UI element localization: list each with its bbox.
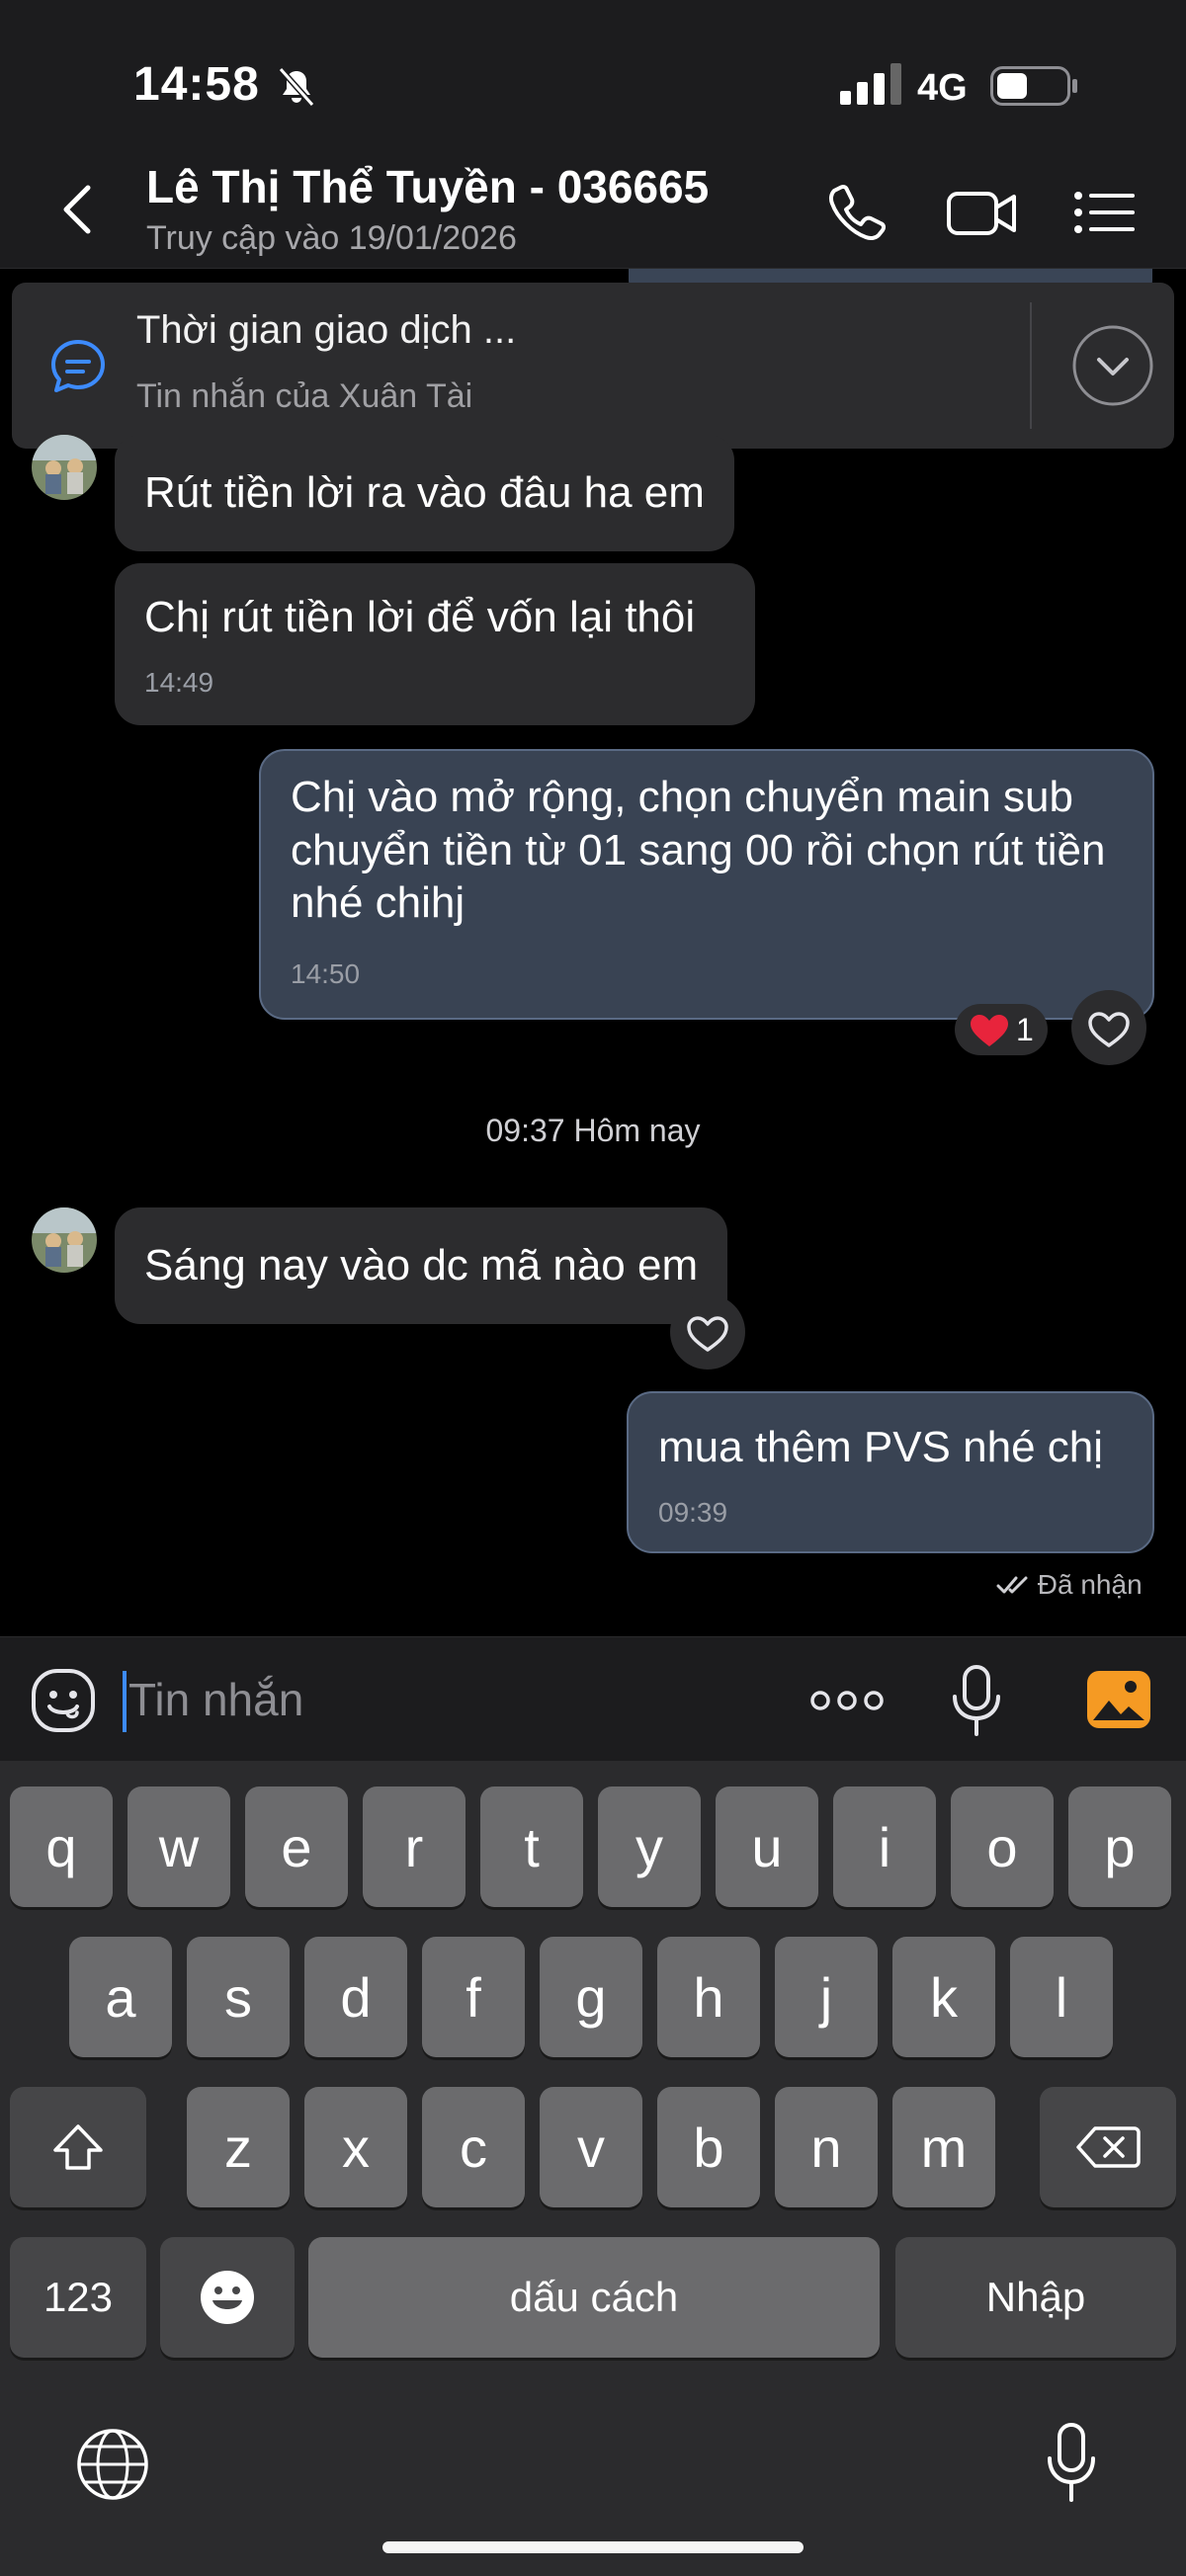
key-v[interactable]: v (540, 2087, 642, 2207)
key-i[interactable]: i (833, 1787, 936, 1907)
message-bubble-incoming[interactable]: Chị rút tiền lời để vốn lại thôi 14:49 (115, 563, 755, 725)
message-text: Chị rút tiền lời để vốn lại thôi (144, 593, 696, 641)
numbers-key[interactable]: 123 (10, 2237, 146, 2358)
pinned-title: Thời gian giao dịch ... (136, 308, 517, 352)
chat-header: Lê Thị Thể Tuyền - 036665 Truy cập vào 1… (0, 148, 1186, 269)
battery-icon (990, 66, 1077, 106)
menu-list-icon[interactable] (1071, 178, 1139, 247)
globe-icon[interactable] (75, 2427, 150, 2502)
text-cursor (123, 1671, 127, 1732)
key-s[interactable]: s (187, 1937, 290, 2057)
message-text: Rút tiền lời ra vào đâu ha em (144, 468, 705, 517)
message-text: mua thêm PVS nhé chị (658, 1423, 1104, 1471)
heart-outline-icon (1088, 1012, 1130, 1047)
back-icon[interactable] (54, 180, 104, 239)
home-indicator[interactable] (382, 2541, 804, 2553)
pinned-message-banner[interactable]: Thời gian giao dịch ... Tin nhắn của Xuâ… (12, 283, 1174, 449)
avatar[interactable] (32, 435, 97, 500)
message-time: 14:49 (144, 666, 214, 698)
message-bubble-outgoing[interactable]: Chị vào mở rộng, chọn chuyển main sub ch… (259, 749, 1154, 1020)
key-g[interactable]: g (540, 1937, 642, 2057)
date-separator: 09:37 Hôm nay (485, 1113, 701, 1148)
key-h[interactable]: h (657, 1937, 760, 2057)
chat-bubble-icon (51, 340, 105, 392)
reaction-summary[interactable]: 1 (955, 1004, 1048, 1055)
key-t[interactable]: t (480, 1787, 583, 1907)
key-x[interactable]: x (304, 2087, 407, 2207)
key-c[interactable]: c (422, 2087, 525, 2207)
key-y[interactable]: y (598, 1787, 701, 1907)
key-b[interactable]: b (657, 2087, 760, 2207)
avatar[interactable] (32, 1207, 97, 1273)
key-m[interactable]: m (892, 2087, 995, 2207)
react-button[interactable] (670, 1294, 745, 1370)
emoji-face-icon (201, 2271, 254, 2324)
chevron-down-icon[interactable] (1071, 324, 1154, 407)
avatar-photo (32, 1207, 97, 1273)
shift-key[interactable] (10, 2087, 146, 2207)
dictation-mic-icon[interactable] (1046, 2421, 1097, 2506)
delivery-status: Đã nhận (996, 1569, 1143, 1601)
contact-name[interactable]: Lê Thị Thể Tuyền - 036665 (146, 160, 709, 213)
heart-outline-icon (687, 1316, 728, 1352)
key-k[interactable]: k (892, 1937, 995, 2057)
message-bubble-incoming[interactable]: Sáng nay vào dc mã nào em (115, 1207, 728, 1324)
bell-off-icon (278, 67, 315, 107)
key-w[interactable]: w (127, 1787, 230, 1907)
space-key[interactable]: dấu cách (308, 2237, 880, 2358)
return-key[interactable]: Nhập (895, 2237, 1176, 2358)
backspace-key[interactable] (1040, 2087, 1176, 2207)
heart-reaction-icon (971, 1015, 1008, 1046)
key-u[interactable]: u (716, 1787, 818, 1907)
backspace-icon (1076, 2126, 1141, 2168)
key-d[interactable]: d (304, 1937, 407, 2057)
on-screen-keyboard: q w e r t y u i o p a s d f g h j k l z … (0, 1761, 1186, 2576)
status-time: 14:58 (133, 58, 260, 111)
message-time: 09:39 (658, 1496, 728, 1528)
key-z[interactable]: z (187, 2087, 290, 2207)
key-f[interactable]: f (422, 1937, 525, 2057)
shift-arrow-icon (53, 2124, 103, 2170)
message-bubble-outgoing[interactable]: mua thêm PVS nhé chị 09:39 (627, 1391, 1154, 1553)
sticker-icon[interactable] (30, 1667, 97, 1734)
key-a[interactable]: a (69, 1937, 172, 2057)
network-type: 4G (917, 67, 968, 109)
phone-call-icon[interactable] (822, 178, 891, 247)
key-q[interactable]: q (10, 1787, 113, 1907)
avatar-photo (32, 435, 97, 500)
pinned-divider (1030, 302, 1032, 429)
key-o[interactable]: o (951, 1787, 1054, 1907)
key-e[interactable]: e (245, 1787, 348, 1907)
key-r[interactable]: r (363, 1787, 466, 1907)
key-p[interactable]: p (1068, 1787, 1171, 1907)
double-check-icon (996, 1576, 1028, 1594)
microphone-icon[interactable] (949, 1663, 1004, 1738)
message-input[interactable] (128, 1663, 771, 1736)
message-composer (0, 1636, 1186, 1761)
key-l[interactable]: l (1010, 1937, 1113, 2057)
photo-gallery-icon[interactable] (1085, 1669, 1152, 1730)
pinned-subtitle: Tin nhắn của Xuân Tài (136, 377, 473, 415)
delivery-status-text: Đã nhận (1037, 1569, 1143, 1600)
message-text: Chị vào mở rộng, chọn chuyển main sub ch… (291, 773, 1106, 928)
more-options-icon[interactable] (808, 1681, 886, 1720)
last-seen-status: Truy cập vào 19/01/2026 (146, 219, 517, 257)
emoji-key[interactable] (160, 2237, 295, 2358)
message-time: 14:50 (291, 958, 361, 990)
message-bubble-incoming[interactable]: Rút tiền lời ra vào đâu ha em (115, 435, 734, 551)
signal-icon (840, 63, 901, 105)
video-call-icon[interactable] (945, 178, 1020, 247)
react-button[interactable] (1071, 990, 1146, 1065)
key-j[interactable]: j (775, 1937, 878, 2057)
message-text: Sáng nay vào dc mã nào em (144, 1241, 699, 1289)
status-bar: 14:58 4G (0, 0, 1186, 148)
reaction-count: 1 (1016, 1012, 1034, 1047)
key-n[interactable]: n (775, 2087, 878, 2207)
